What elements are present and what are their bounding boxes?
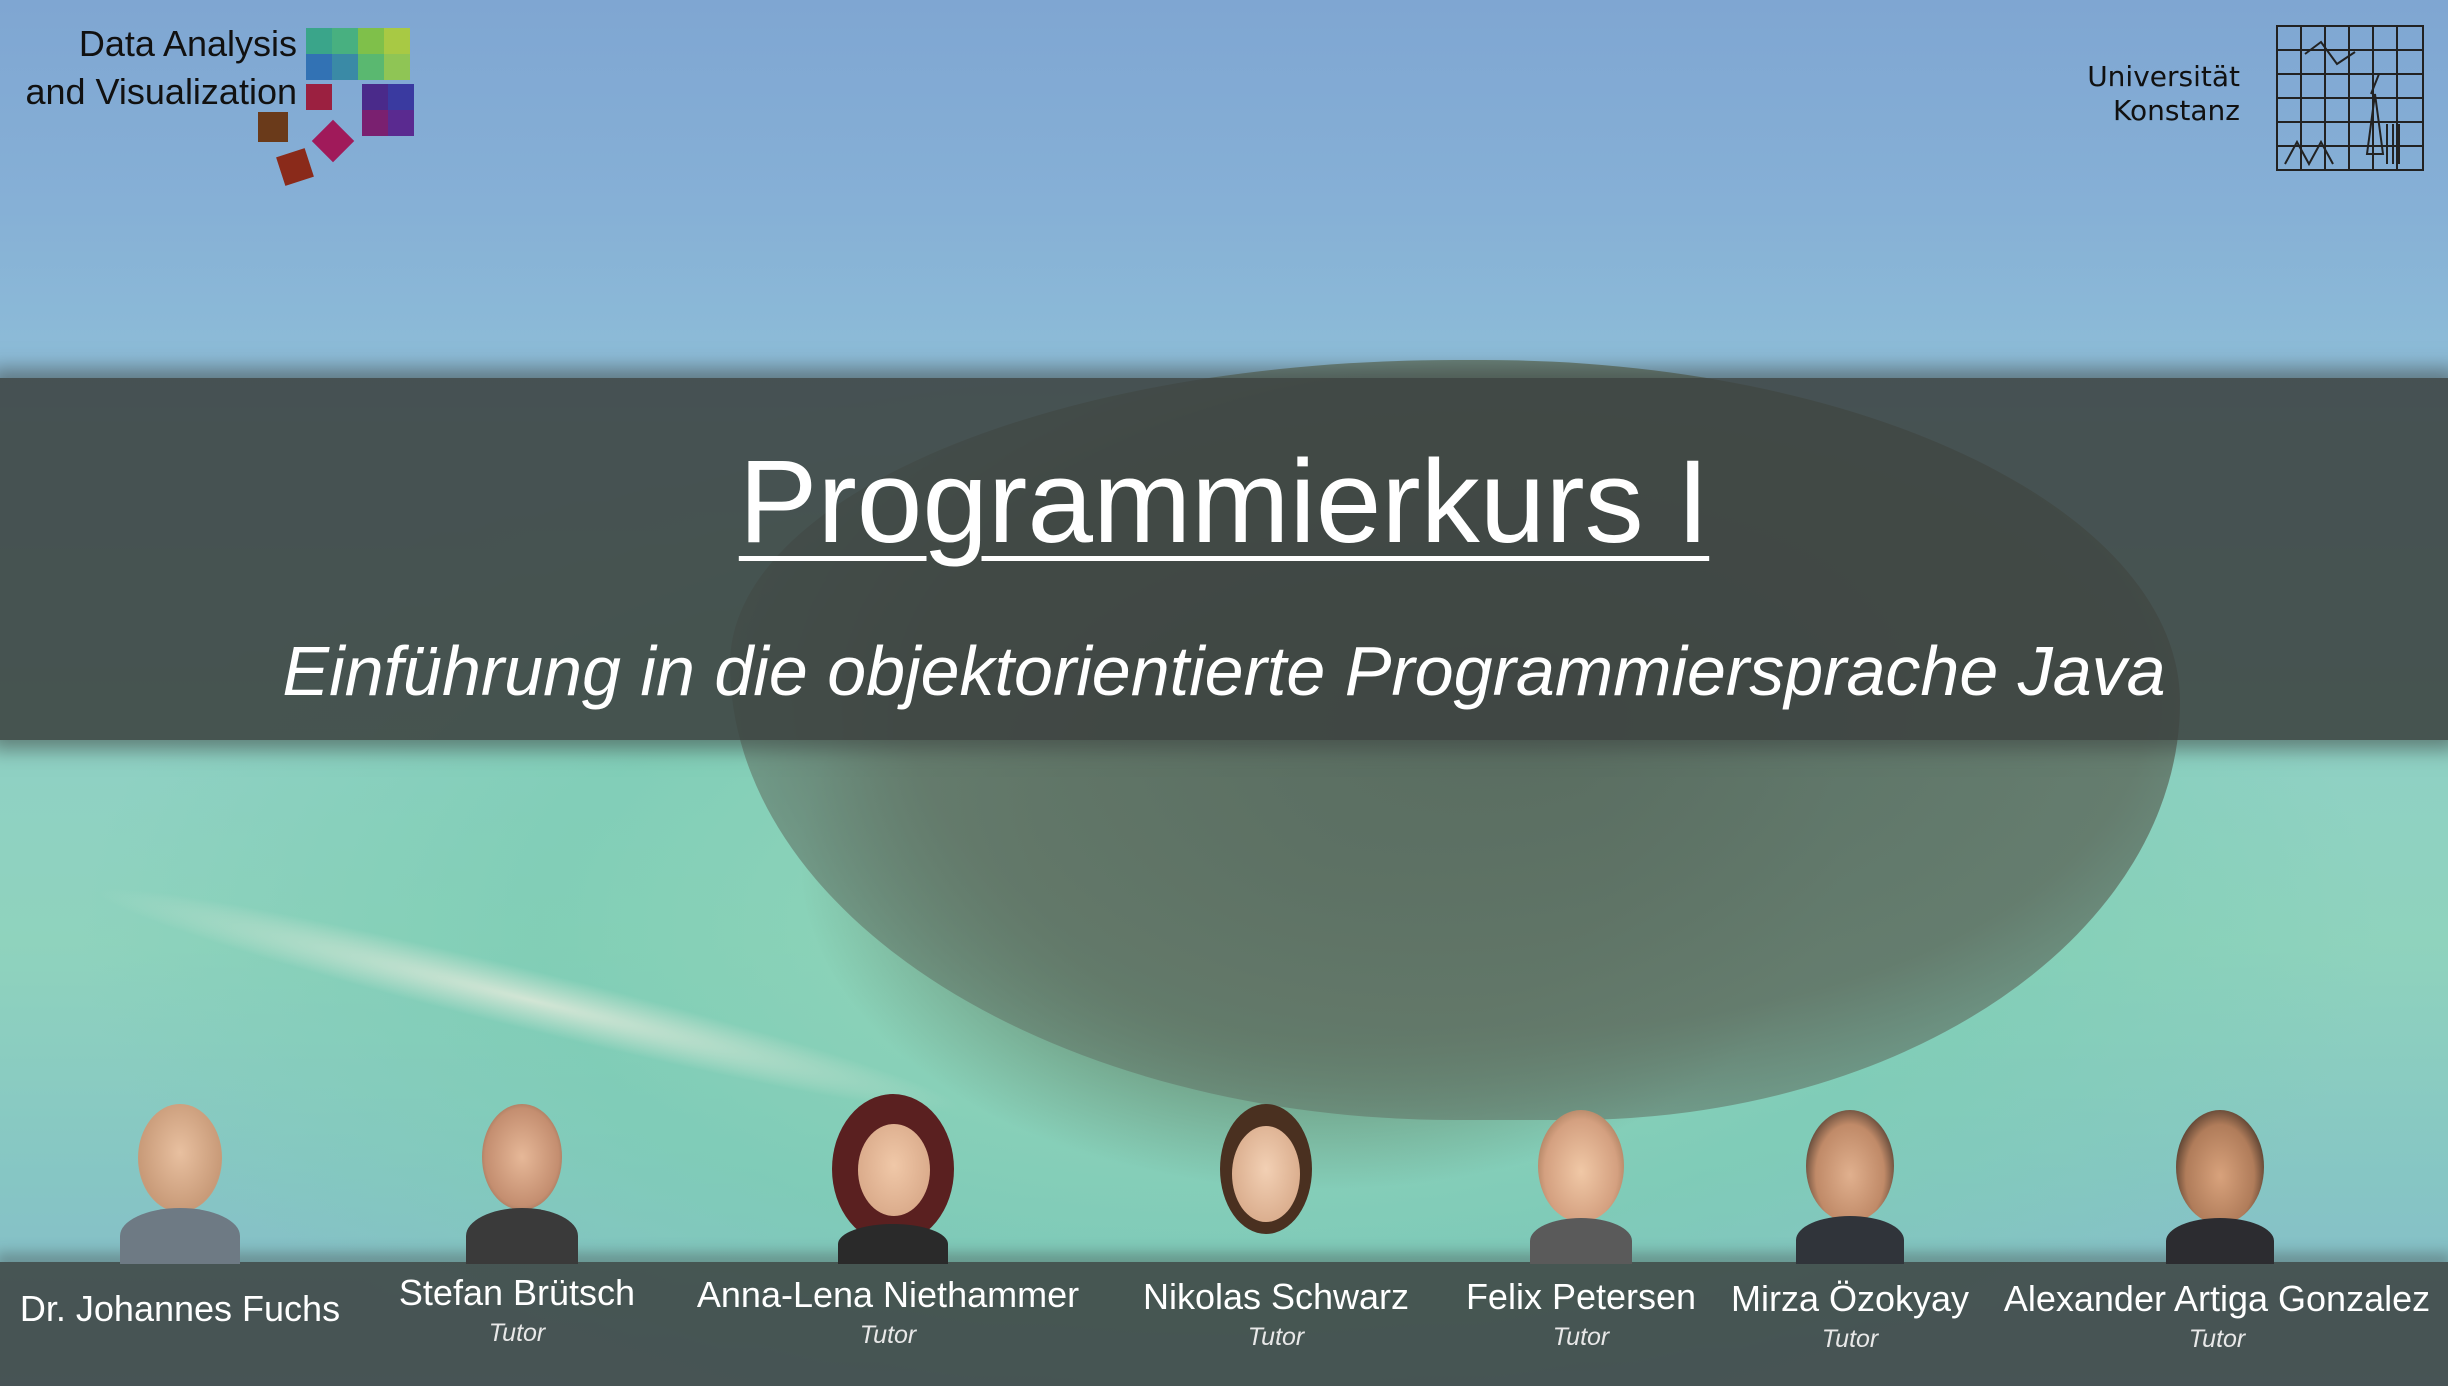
- university-line2: Konstanz: [2112, 94, 2240, 127]
- university-line1: Universität: [2087, 60, 2240, 93]
- person-photo-bruetsch: [462, 1096, 582, 1264]
- lab-logo-line2: and Visualization: [25, 71, 297, 112]
- slide-title-text: Programmierkurs I: [738, 436, 1710, 568]
- person-photo-schwarz: [1206, 1104, 1326, 1264]
- person-name-fuchs: Dr. Johannes Fuchs: [19, 1288, 341, 1329]
- person-name-petersen: Felix Petersen: [1465, 1276, 1697, 1317]
- person-photo-fuchs: [120, 1098, 240, 1264]
- person-name-bruetsch: Stefan Brütsch: [398, 1272, 636, 1313]
- slide-title: Programmierkurs I: [0, 432, 2448, 572]
- person-name-schwarz: Nikolas Schwarz: [1142, 1276, 1410, 1317]
- person-role-bruetsch: Tutor: [488, 1319, 546, 1347]
- person-name-oezokyay: Mirza Özokyay: [1730, 1278, 1970, 1319]
- lab-logo-square-icon: [258, 112, 288, 142]
- person-role-schwarz: Tutor: [1247, 1323, 1305, 1351]
- person-role-petersen: Tutor: [1552, 1323, 1610, 1351]
- person-name-artiga-gonzalez: Alexander Artiga Gonzalez: [2003, 1278, 2431, 1319]
- person-name-niethammer: Anna-Lena Niethammer: [696, 1274, 1080, 1315]
- university-crest-icon: [2276, 25, 2424, 171]
- person-photo-artiga-gonzalez: [2160, 1110, 2280, 1264]
- slide-subtitle: Einführung in die objektorientierte Prog…: [282, 632, 2166, 710]
- person-photo-petersen: [1522, 1110, 1640, 1264]
- university-logo-text: Universität Konstanz: [2000, 60, 2240, 128]
- person-photo-niethammer: [818, 1094, 968, 1264]
- person-role-oezokyay: Tutor: [1821, 1325, 1879, 1353]
- lab-logo-line1: Data Analysis: [78, 23, 297, 64]
- person-role-artiga-gonzalez: Tutor: [2188, 1325, 2246, 1353]
- person-photo-oezokyay: [1790, 1110, 1910, 1264]
- person-role-niethammer: Tutor: [859, 1321, 917, 1349]
- lab-logo-text: Data Analysis and Visualization: [12, 20, 297, 116]
